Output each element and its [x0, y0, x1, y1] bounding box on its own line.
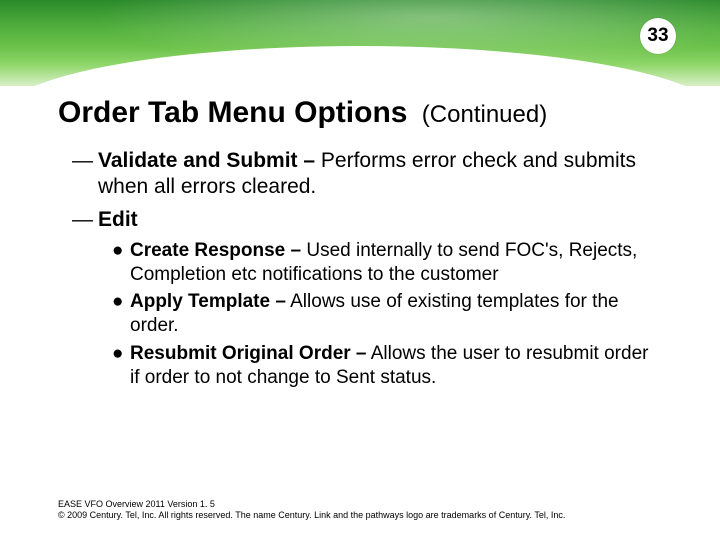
footer: EASE VFO Overview 2011 Version 1. 5 © 20…	[58, 499, 565, 522]
item-label: Create Response –	[130, 240, 301, 261]
dot-bullet: ●	[112, 290, 130, 314]
dash-bullet: —	[72, 207, 98, 233]
body-text: —Validate and Submit – Performs error ch…	[58, 148, 662, 389]
page-number: 33	[640, 18, 676, 54]
list-item: ●Apply Template – Allows use of existing…	[112, 290, 662, 338]
list-item: ●Create Response – Used internally to se…	[112, 239, 662, 287]
content-area: Order Tab Menu Options (Continued) —Vali…	[58, 96, 662, 393]
slide-title: Order Tab Menu Options (Continued)	[58, 96, 662, 130]
item-label: Resubmit Original Order –	[130, 343, 367, 364]
footer-line-2: © 2009 Century. Tel, Inc. All rights res…	[58, 510, 565, 522]
dot-bullet: ●	[112, 239, 130, 263]
item-label: Validate and Submit –	[98, 149, 315, 172]
item-label: Apply Template –	[130, 291, 286, 312]
dot-bullet: ●	[112, 342, 130, 366]
page-number-text: 33	[647, 25, 668, 47]
slide: 33 Order Tab Menu Options (Continued) —V…	[0, 0, 720, 540]
title-main: Order Tab Menu Options	[58, 96, 407, 129]
list-item: ●Resubmit Original Order – Allows the us…	[112, 342, 662, 390]
footer-line-1: EASE VFO Overview 2011 Version 1. 5	[58, 499, 565, 511]
sub-list: ●Create Response – Used internally to se…	[72, 239, 662, 390]
list-item: —Validate and Submit – Performs error ch…	[72, 148, 662, 201]
header-banner-shade	[0, 0, 720, 86]
title-continued: (Continued)	[422, 101, 547, 128]
dash-bullet: —	[72, 148, 98, 174]
item-label: Edit	[98, 208, 138, 231]
list-item: —Edit	[72, 207, 662, 233]
